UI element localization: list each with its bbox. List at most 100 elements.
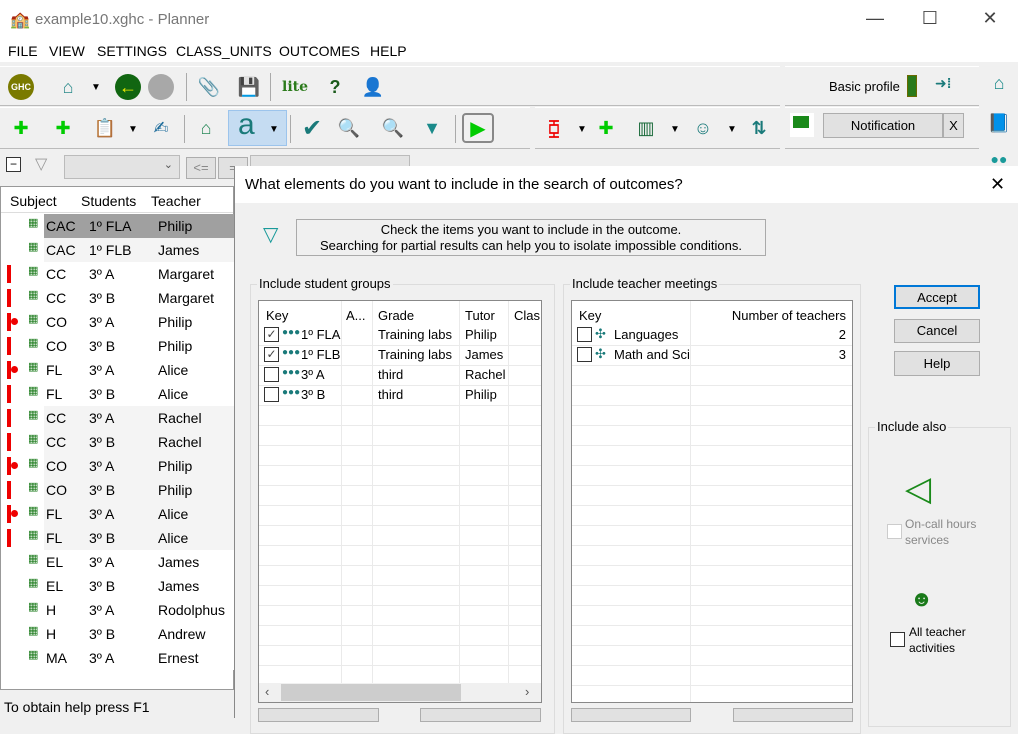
deselect-all-meetings-button[interactable] <box>733 708 853 722</box>
student-group-row[interactable]: ✓ ●●● 1º FLB Training labs James <box>259 345 541 365</box>
list-row[interactable]: ▦ CC 3º A Rachel <box>1 406 235 430</box>
filter-select[interactable]: ⌄ <box>64 155 180 179</box>
all-activities-checkbox[interactable] <box>890 632 905 647</box>
teacher-meeting-row[interactable]: ✣ Languages 2 <box>572 325 852 345</box>
teacher-meeting-row[interactable]: ✣ Math and Sci 3 <box>572 345 852 365</box>
column-header-key[interactable]: Key <box>579 308 601 323</box>
select-all-button[interactable] <box>258 708 379 722</box>
list-row[interactable]: ▦ CAC 1º FLB James <box>1 238 235 262</box>
ghc-icon[interactable]: GHC <box>8 74 34 100</box>
cancel-button[interactable]: Cancel <box>894 319 980 343</box>
minimize-button[interactable]: — <box>860 8 890 29</box>
home-icon[interactable]: ⌂ <box>986 70 1012 96</box>
column-header-teacher[interactable]: Teacher <box>151 193 201 209</box>
chat-user-icon[interactable]: 👤 <box>360 74 386 100</box>
chevron-down-icon[interactable]: ▼ <box>727 124 737 135</box>
list-row[interactable]: ▦ CC 3º A Margaret <box>1 262 235 286</box>
student-group-row[interactable]: ●●● 3º B third Philip <box>259 385 541 405</box>
on-call-checkbox[interactable] <box>887 524 902 539</box>
profile-label[interactable]: Basic profile <box>829 79 900 94</box>
chevron-down-icon[interactable]: ▼ <box>91 82 101 93</box>
flag-icon[interactable] <box>790 113 814 137</box>
column-header-number-of-teachers[interactable]: Number of teachers <box>732 308 846 323</box>
list-row[interactable]: ▦ CO 3º B Philip <box>1 334 235 358</box>
column-header-tutor[interactable]: Tutor <box>465 308 495 323</box>
home-icon[interactable]: ⌂ <box>55 74 81 100</box>
list-row[interactable]: ▦ FL 3º B Alice <box>1 526 235 550</box>
notification-button[interactable]: Notification <box>823 113 943 138</box>
accept-button[interactable]: Accept <box>894 285 980 309</box>
list-row[interactable]: ▦ CO 3º A Philip <box>1 310 235 334</box>
filter-icon[interactable]: ▽ <box>35 154 47 174</box>
select-all-meetings-button[interactable] <box>571 708 691 722</box>
column-header-grade[interactable]: Grade <box>378 308 414 323</box>
paste-icon[interactable]: 📋 <box>92 115 118 141</box>
list-row[interactable]: ▦ CO 3º A Philip <box>1 454 235 478</box>
save-icon[interactable]: 💾 <box>236 74 262 100</box>
column-header-class[interactable]: Clas <box>514 308 540 323</box>
attach-icon[interactable]: 📎 <box>196 74 222 100</box>
list-row[interactable]: ▦ CC 3º B Rachel <box>1 430 235 454</box>
timeline-icon[interactable]: ⧮ <box>541 115 567 141</box>
menu-class-units[interactable]: CLASS_UNITS <box>176 43 272 59</box>
chevron-down-icon[interactable]: ▼ <box>670 124 680 135</box>
menu-outcomes[interactable]: OUTCOMES <box>279 43 360 59</box>
filter-icon[interactable]: ▼ <box>419 115 445 141</box>
meeting-checkbox[interactable] <box>577 347 592 362</box>
list-row[interactable]: ▦ FL 3º A Alice <box>1 358 235 382</box>
list-row[interactable]: ▦ FL 3º A Alice <box>1 502 235 526</box>
swap-teachers-icon[interactable]: ⇅ <box>746 115 772 141</box>
search-magenta-icon[interactable]: 🔍 <box>380 115 406 141</box>
menu-settings[interactable]: SETTINGS <box>97 43 167 59</box>
building-edit-icon[interactable]: ⌂ <box>193 115 219 141</box>
list-row[interactable]: ▦ CO 3º B Philip <box>1 478 235 502</box>
run-icon[interactable]: ▶ <box>462 113 494 143</box>
list-row[interactable]: ▦ FL 3º B Alice <box>1 382 235 406</box>
maximize-button[interactable]: ☐ <box>915 8 945 29</box>
group-checkbox[interactable]: ✓ <box>264 347 279 362</box>
menu-view[interactable]: VIEW <box>49 43 85 59</box>
list-row[interactable]: ▦ MA 3º A Ernest <box>1 646 235 670</box>
column-header-key[interactable]: Key <box>266 308 288 323</box>
chevron-down-icon[interactable]: ▼ <box>577 124 587 135</box>
group-checkbox[interactable] <box>264 367 279 382</box>
deselect-all-button[interactable] <box>420 708 541 722</box>
add-icon[interactable]: ✚ <box>8 115 34 141</box>
scroll-left-icon[interactable]: ‹ <box>265 684 269 699</box>
back-icon[interactable]: ← <box>115 74 141 100</box>
menu-help[interactable]: HELP <box>370 43 407 59</box>
column-header-a[interactable]: A... <box>346 308 366 323</box>
scroll-right-icon[interactable]: › <box>525 684 529 699</box>
collapse-icon[interactable]: − <box>6 157 21 172</box>
menu-file[interactable]: FILE <box>8 43 38 59</box>
list-row[interactable]: ▦ H 3º B Andrew <box>1 622 235 646</box>
teacher-icon[interactable]: ☺ <box>690 115 716 141</box>
student-group-row[interactable]: ✓ ●●● 1º FLA Training labs Philip <box>259 325 541 345</box>
help-pointer-icon[interactable]: ? <box>322 74 348 100</box>
book-icon[interactable] <box>907 75 917 97</box>
check-icon[interactable]: ✔ <box>299 115 325 142</box>
font-button[interactable]: a ▼ <box>228 108 287 146</box>
column-header-students[interactable]: Students <box>81 193 136 209</box>
horizontal-scrollbar[interactable]: ‹ › <box>259 683 541 702</box>
columns-icon[interactable]: ▥ <box>633 115 659 141</box>
chevron-down-icon[interactable]: ▼ <box>269 124 279 135</box>
less-equal-button[interactable]: <= <box>186 157 216 179</box>
chevron-down-icon[interactable]: ▼ <box>128 124 138 135</box>
column-header-subject[interactable]: Subject <box>10 193 57 209</box>
lite-icon[interactable]: lite <box>282 74 308 100</box>
edit-hand-icon[interactable]: ✍ <box>148 115 174 141</box>
add-multiple-icon[interactable]: ✚ <box>50 115 76 141</box>
list-row[interactable]: ▦ H 3º A Rodolphus <box>1 598 235 622</box>
help-button[interactable]: Help <box>894 351 980 376</box>
group-checkbox[interactable] <box>264 387 279 402</box>
book-icon[interactable]: 📘 <box>986 110 1012 136</box>
list-row[interactable]: ▦ CC 3º B Margaret <box>1 286 235 310</box>
list-row[interactable]: ▦ CAC 1º FLA Philip <box>1 214 235 238</box>
exit-arrow-icon[interactable]: ➜⁞ <box>935 75 951 92</box>
student-group-row[interactable]: ●●● 3º A third Rachel <box>259 365 541 385</box>
list-row[interactable]: ▦ EL 3º A James <box>1 550 235 574</box>
meeting-checkbox[interactable] <box>577 327 592 342</box>
group-checkbox[interactable]: ✓ <box>264 327 279 342</box>
search-grid-icon[interactable]: 🔍 <box>336 115 362 141</box>
